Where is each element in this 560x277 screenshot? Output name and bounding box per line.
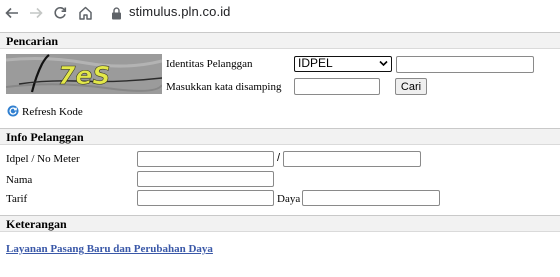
home-icon[interactable] [76,4,94,22]
identitas-label: Identitas Pelanggan [166,58,253,70]
section-header-keterangan: Keterangan [0,215,560,232]
captcha-text: 7eS [58,61,110,90]
idpel-output [137,151,274,167]
nama-output [137,171,274,187]
section-header-info: Info Pelanggan [0,128,560,145]
identitas-select[interactable]: IDPEL [294,56,392,72]
browser-toolbar: stimulus.pln.co.id [0,0,560,26]
reload-icon[interactable] [51,4,69,22]
layanan-pasang-baru-link[interactable]: Layanan Pasang Baru dan Perubahan Daya [6,243,213,255]
kata-label: Masukkan kata disamping [166,81,282,93]
lock-icon[interactable] [107,4,125,22]
idpel-label: Idpel / No Meter [6,153,80,165]
daya-output [302,190,440,206]
refresh-kode-link[interactable]: Refresh Kode [7,105,83,118]
captcha-image: 7eS [6,54,162,94]
no-meter-output [283,151,421,167]
url-text[interactable]: stimulus.pln.co.id [129,4,231,19]
chevron-down-icon [379,60,388,67]
daya-label: Daya [277,193,301,205]
refresh-kode-label: Refresh Kode [22,106,83,118]
nama-label: Nama [6,174,33,186]
idpel-separator: / [277,152,281,164]
refresh-icon [7,105,19,117]
identitas-select-value: IDPEL [298,56,333,70]
kata-input[interactable] [294,78,380,95]
cari-button[interactable]: Cari [395,78,427,95]
back-arrow-icon[interactable] [3,4,21,22]
section-title: Keterangan [6,217,67,231]
tarif-output [137,190,274,206]
section-title: Info Pelanggan [6,130,84,144]
identitas-input[interactable] [396,56,534,73]
tarif-label: Tarif [6,193,28,205]
section-title: Pencarian [6,34,58,48]
section-header-pencarian: Pencarian [0,32,560,49]
forward-arrow-icon[interactable] [27,4,45,22]
